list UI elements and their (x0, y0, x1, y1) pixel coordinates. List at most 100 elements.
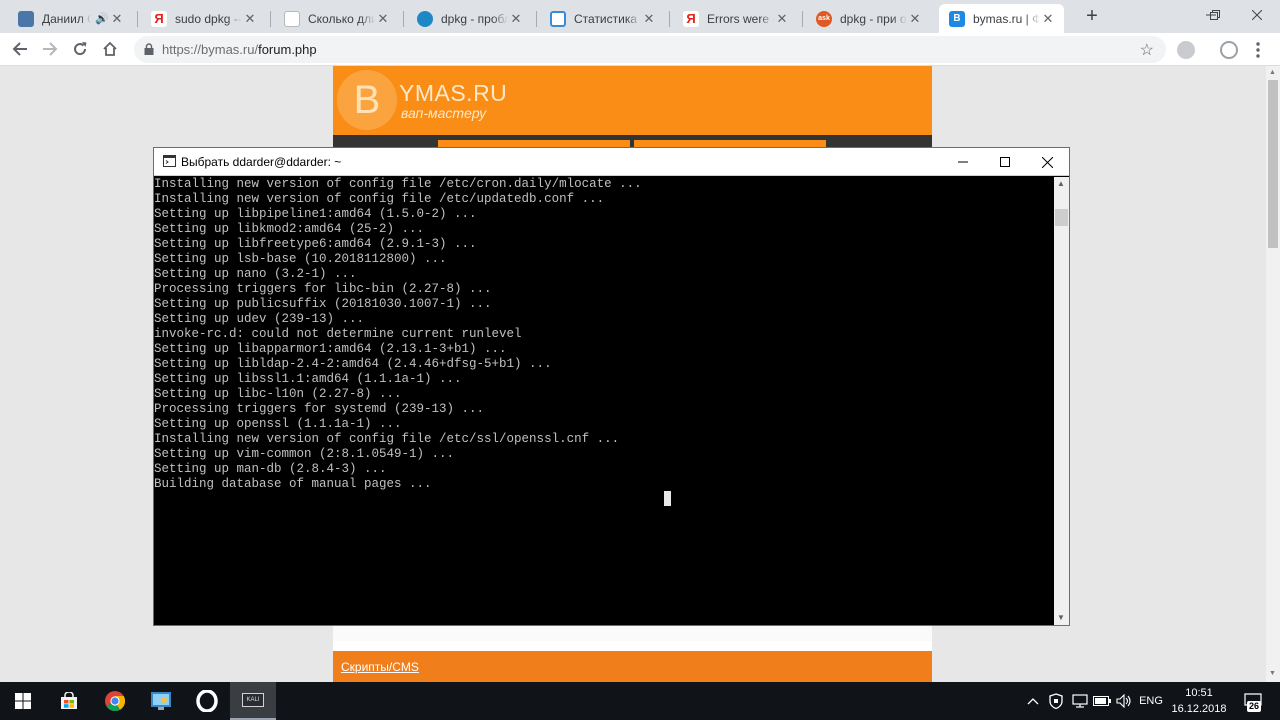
terminal-line: Setting up man-db (2.8.4-3) ... (154, 462, 387, 476)
tab-close-icon[interactable]: ✕ (508, 11, 524, 27)
terminal-line: Setting up libfreetype6:amd64 (2.9.1-3) … (154, 237, 477, 251)
tab-title: Errors were enc (707, 11, 774, 26)
terminal-close-icon[interactable] (1025, 148, 1069, 176)
terminal-window[interactable]: Выбрать ddarder@ddarder: ~ Installing ne… (153, 147, 1070, 626)
menu-kebab-icon[interactable] (1256, 42, 1260, 58)
terminal-line: Setting up libpipeline1:amd64 (1.5.0-2) … (154, 207, 477, 221)
opera-icon[interactable] (184, 682, 230, 720)
site-nav-tab[interactable] (634, 140, 826, 147)
terminal-line: Setting up udev (239-13) ... (154, 312, 365, 326)
tab-title: Даниил Су (42, 11, 91, 26)
yandex-icon: Я (151, 10, 167, 27)
tab-separator (669, 11, 670, 27)
tab-close-icon[interactable]: ✕ (641, 11, 657, 27)
terminal-output[interactable]: Installing new version of config file /e… (154, 177, 1054, 625)
browser-tab[interactable]: Сколько длиться✕ (274, 4, 399, 33)
back-icon[interactable] (7, 36, 33, 62)
tab-close-icon[interactable]: ✕ (375, 11, 391, 27)
kali-label: KALI (242, 693, 264, 707)
terminal-line: Setting up libkmod2:amd64 (25-2) ... (154, 222, 425, 236)
browser-tab[interactable]: Статистика пла✕ (540, 4, 665, 33)
control-panel-icon[interactable] (138, 682, 184, 720)
site-logo-circle[interactable]: B (337, 70, 397, 130)
browser-tab[interactable]: Даниил Су 🔊✕ (8, 4, 133, 33)
site-nav (333, 135, 932, 147)
url-text[interactable]: https://bymas.ru/forum.php (162, 42, 317, 57)
terminal-maximize-icon[interactable] (983, 148, 1027, 176)
tab-close-icon[interactable]: ✕ (242, 11, 258, 27)
address-bar[interactable]: https://bymas.ru/forum.php ☆ (134, 36, 1166, 63)
browser-tab[interactable]: Яsudo dpkg --co✕ (141, 4, 266, 33)
battery-icon[interactable] (1092, 682, 1112, 720)
clock[interactable]: 10:51 16.12.2018 (1166, 685, 1232, 717)
tab-title: bymas.ru | Фор (973, 11, 1040, 26)
volume-icon[interactable] (1114, 682, 1134, 720)
kali-terminal-icon[interactable]: KALI (230, 682, 276, 720)
scroll-up-icon[interactable]: ▲ (1269, 69, 1276, 76)
terminal-line: Setting up openssl (1.1.1a-1) ... (154, 417, 402, 431)
tab-separator (270, 11, 271, 27)
new-tab-button[interactable]: + (1080, 5, 1104, 29)
bookmark-star-icon[interactable]: ☆ (1140, 40, 1154, 60)
bymas-icon: B (949, 10, 965, 27)
terminal-scroll-thumb[interactable] (1055, 209, 1068, 226)
clock-time: 10:51 (1185, 687, 1213, 699)
page-scroll-thumb[interactable] (1268, 80, 1278, 248)
site-tagline: вап-мастеру (401, 105, 487, 121)
windows-start-icon[interactable] (0, 682, 46, 720)
defender-icon[interactable] (1046, 682, 1066, 720)
terminal-line: Setting up lsb-base (10.2018112800) ... (154, 252, 447, 266)
show-hidden-icons-chevron[interactable] (1024, 682, 1042, 720)
terminal-minimize-icon[interactable] (941, 148, 985, 176)
scroll-down-icon[interactable]: ▼ (1269, 670, 1276, 677)
forward-icon[interactable] (37, 36, 63, 62)
browser-tab-strip: Даниил Су🔊✕Яsudo dpkg --co✕Сколько длить… (0, 0, 1280, 33)
terminal-scrollbar[interactable]: ▲ ▼ (1054, 177, 1069, 625)
browser-tab[interactable]: Bbymas.ru | Фор✕ (939, 4, 1064, 33)
reload-icon[interactable] (67, 36, 93, 62)
extension-icon[interactable] (1177, 41, 1195, 59)
home-icon[interactable] (97, 36, 123, 62)
lock-icon[interactable] (144, 43, 154, 58)
site-logo-text[interactable]: YMAS.RU (399, 80, 507, 107)
terminal-line: Setting up libldap-2.4-2:amd64 (2.4.46+d… (154, 357, 552, 371)
restore-icon[interactable] (1192, 0, 1238, 30)
terminal-title-bar[interactable]: Выбрать ddarder@ddarder: ~ (154, 148, 1069, 176)
clock-date: 16.12.2018 (1171, 703, 1227, 715)
browser-tab[interactable]: dpkg - проблем✕ (407, 4, 532, 33)
tab-close-icon[interactable]: ✕ (109, 11, 125, 27)
terminal-line: Setting up nano (3.2-1) ... (154, 267, 357, 281)
tab-title: dpkg - при об (840, 11, 907, 26)
terminal-line: Processing triggers for systemd (239-13)… (154, 402, 485, 416)
terminal-line: invoke-rc.d: could not determine current… (154, 327, 522, 341)
tab-title: dpkg - проблем (441, 11, 508, 26)
tab-close-icon[interactable]: ✕ (1040, 11, 1056, 27)
terminal-line: Setting up publicsuffix (20181030.1007-1… (154, 297, 492, 311)
language-indicator[interactable]: ENG (1138, 682, 1164, 720)
store-icon[interactable] (46, 682, 92, 720)
site-section-bar: Скрипты/CMS (333, 651, 932, 682)
chart-icon (550, 10, 566, 27)
terminal-line: Processing triggers for libc-bin (2.27-8… (154, 282, 492, 296)
tab-close-icon[interactable]: ✕ (907, 11, 923, 27)
browser-toolbar: https://bymas.ru/forum.php ☆ (0, 33, 1280, 66)
profile-avatar-icon[interactable] (1220, 41, 1238, 59)
tab-title: sudo dpkg --co (175, 11, 242, 26)
page-scrollbar[interactable]: ▲ ▼ (1266, 66, 1280, 682)
browser-tab[interactable]: ask dpkg - при об ✕ (806, 4, 931, 33)
site-nav-tab[interactable] (438, 140, 630, 147)
network-icon[interactable] (1070, 682, 1090, 720)
yandex-icon: Я (683, 10, 699, 27)
tab-close-icon[interactable]: ✕ (774, 11, 790, 27)
close-window-icon[interactable] (1234, 0, 1280, 30)
terminal-scroll-up-icon[interactable]: ▲ (1057, 179, 1065, 188)
chrome-icon[interactable] (92, 682, 138, 720)
tab-separator (137, 11, 138, 27)
tab-audio-icon[interactable]: 🔊 (95, 12, 109, 25)
scripts-cms-link[interactable]: Скрипты/CMS (341, 660, 419, 674)
terminal-line: Installing new version of config file /e… (154, 177, 642, 191)
terminal-title: Выбрать ddarder@ddarder: ~ (181, 155, 342, 169)
terminal-scroll-down-icon[interactable]: ▼ (1057, 613, 1065, 622)
browser-tab[interactable]: Я Errors were enc✕ (673, 4, 798, 33)
url-host: https://bymas.ru/ (162, 42, 259, 57)
